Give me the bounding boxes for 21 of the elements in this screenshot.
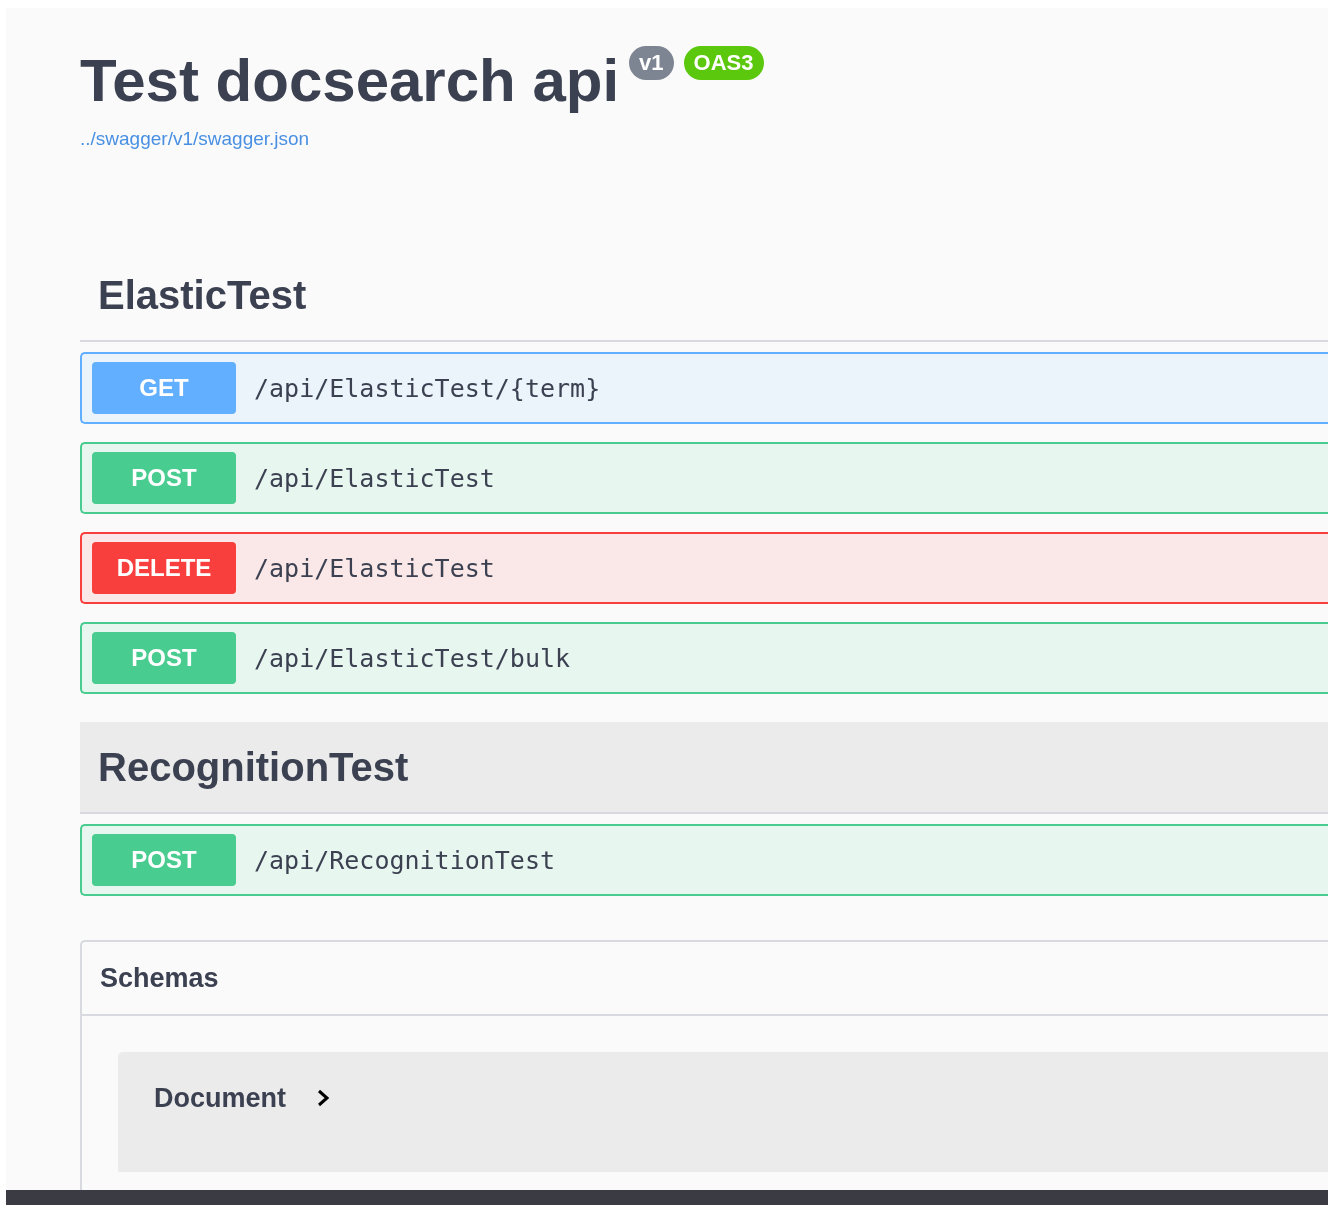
section-title: RecognitionTest — [98, 744, 409, 790]
endpoint-path: /api/ElasticTest/bulk — [254, 643, 571, 673]
section-header[interactable]: RecognitionTest — [80, 722, 1328, 814]
section-title: ElasticTest — [98, 272, 307, 318]
section-header[interactable]: ElasticTest — [80, 250, 1328, 342]
endpoint-row[interactable]: GET /api/ElasticTest/{term} — [80, 352, 1328, 424]
endpoint-path: /api/ElasticTest/{term} — [254, 373, 601, 403]
endpoint-path: /api/RecognitionTest — [254, 845, 556, 875]
spec-badge: OAS3 — [683, 46, 764, 80]
endpoint-path: /api/ElasticTest — [254, 463, 495, 493]
endpoint-row[interactable]: POST /api/RecognitionTest — [80, 824, 1328, 896]
schemas-title[interactable]: Schemas — [82, 942, 1328, 1016]
endpoint-path: /api/ElasticTest — [254, 553, 495, 583]
version-badge: v1 — [629, 46, 674, 80]
endpoint-row[interactable]: POST /api/ElasticTest — [80, 442, 1328, 514]
page-title: Test docsearch api — [80, 46, 620, 116]
endpoint-row[interactable]: POST /api/ElasticTest/bulk — [80, 622, 1328, 694]
model-name: Document — [154, 1082, 286, 1114]
model-row[interactable]: Document — [118, 1052, 1328, 1172]
method-label[interactable]: DELETE — [92, 542, 236, 594]
endpoint-row[interactable]: DELETE /api/ElasticTest — [80, 532, 1328, 604]
